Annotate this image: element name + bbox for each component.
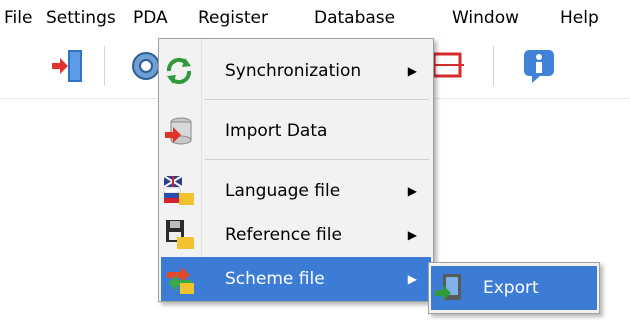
database-import-icon [163,115,195,147]
menu-separator [205,99,429,100]
sync-arrows-icon [163,55,195,87]
menu-item-scheme-file[interactable]: Scheme file ▶ [161,257,431,301]
menu-item-label: Export [483,278,539,298]
floppy-folder-icon [163,219,195,251]
submenu-arrow-icon: ▶ [407,184,417,198]
toolbar-separator [493,46,494,86]
menu-pda[interactable]: PDA [133,6,168,30]
menu-bar: File Settings PDA Register Database Wind… [0,0,630,38]
info-icon[interactable] [520,46,560,86]
menu-item-export[interactable]: Export [431,266,597,310]
menu-help[interactable]: Help [560,6,599,30]
menu-separator [205,159,429,160]
pda-dropdown-menu: Synchronization ▶ Import Data Language f… [158,38,434,302]
red-frame-icon[interactable] [432,46,474,86]
menu-settings[interactable]: Settings [46,6,116,30]
exit-door-icon[interactable] [48,46,88,86]
menu-item-label: Scheme file [225,269,325,289]
menu-item-label: Synchronization [225,61,362,81]
menu-database[interactable]: Database [314,6,395,30]
submenu-arrow-icon: ▶ [407,272,417,286]
menu-item-synchronization[interactable]: Synchronization ▶ [161,49,431,93]
menu-item-label: Language file [225,181,341,201]
scheme-file-submenu: Export [428,262,600,314]
submenu-arrow-icon: ▶ [407,228,417,242]
export-device-icon [433,272,465,304]
menu-item-label: Import Data [225,121,328,141]
scheme-arrows-folder-icon [163,263,195,295]
toolbar-separator [104,46,105,86]
menu-item-label: Reference file [225,225,342,245]
menu-item-reference-file[interactable]: Reference file ▶ [161,213,431,257]
menu-register[interactable]: Register [198,6,268,30]
menu-item-import-data[interactable]: Import Data [161,109,431,153]
flags-folder-icon [163,175,195,207]
menu-window[interactable]: Window [452,6,519,30]
submenu-arrow-icon: ▶ [407,64,417,78]
menu-file[interactable]: File [4,6,32,30]
menu-item-language-file[interactable]: Language file ▶ [161,169,431,213]
